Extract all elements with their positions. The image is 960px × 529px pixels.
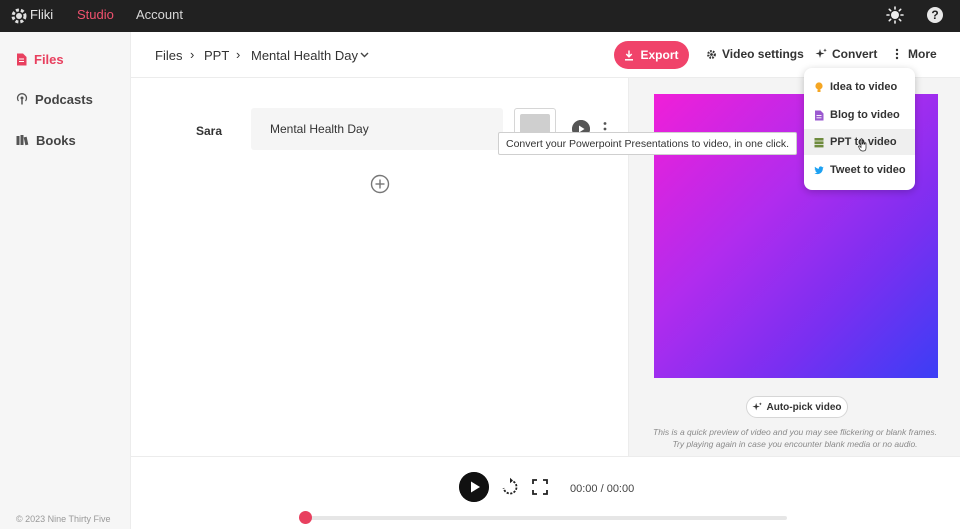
idea-icon <box>815 81 823 92</box>
replay-icon[interactable] <box>500 477 520 497</box>
convert-button[interactable]: Convert <box>815 47 877 61</box>
sidebar-item-books[interactable]: Books <box>16 130 76 150</box>
fullscreen-icon[interactable] <box>532 479 548 495</box>
more-button[interactable]: More <box>895 47 937 61</box>
more-label: More <box>908 47 937 61</box>
add-scene-icon[interactable] <box>370 174 390 194</box>
top-bar: Fliki Studio Account ? <box>0 0 960 32</box>
podcast-icon <box>16 93 28 105</box>
play-icon[interactable] <box>459 472 489 502</box>
sidebar-item-label: Podcasts <box>35 91 93 107</box>
chevron-down-icon[interactable] <box>360 52 369 58</box>
menu-item-idea-to-video[interactable]: Idea to video <box>804 74 915 100</box>
convert-menu: Idea to video Blog to video PPT to video… <box>804 68 915 190</box>
menu-item-label: Idea to video <box>830 81 898 93</box>
sidebar-item-label: Files <box>34 51 64 67</box>
menu-item-tweet-to-video[interactable]: Tweet to video <box>804 157 915 183</box>
preview-note-line: Try playing again in case you encounter … <box>672 439 918 449</box>
preview-note: This is a quick preview of video and you… <box>634 426 956 450</box>
breadcrumb-separator-icon: › <box>236 47 241 62</box>
nav-account[interactable]: Account <box>136 7 183 22</box>
theme-toggle-sun-icon[interactable] <box>886 6 904 24</box>
breadcrumb-file-title[interactable]: Mental Health Day <box>251 48 358 63</box>
fliki-logo-icon[interactable] <box>10 7 28 25</box>
player-bar: 00:00 / 00:00 <box>131 456 960 529</box>
scene-text-input[interactable]: Mental Health Day <box>251 108 503 150</box>
export-label: Export <box>640 48 679 62</box>
copyright-text: © 2023 Nine Thirty Five <box>16 514 111 524</box>
help-icon[interactable]: ? <box>927 7 943 23</box>
download-icon <box>625 50 634 61</box>
breadcrumb-separator-icon: › <box>190 47 195 62</box>
progress-track[interactable] <box>305 516 787 520</box>
twitter-icon <box>814 165 824 174</box>
sidebar: Files Podcasts Books © 2023 Nine Thirty … <box>0 32 131 529</box>
kebab-menu-icon <box>895 48 899 60</box>
breadcrumb-files[interactable]: Files <box>155 48 182 63</box>
ppt-icon <box>814 137 824 147</box>
auto-pick-video-button[interactable]: Auto-pick video <box>746 396 848 418</box>
nav-studio[interactable]: Studio <box>77 7 114 22</box>
menu-item-label: Tweet to video <box>830 164 906 176</box>
file-icon <box>17 53 27 65</box>
sparkle-icon <box>815 48 827 58</box>
auto-pick-label: Auto-pick video <box>766 401 842 413</box>
convert-label: Convert <box>832 47 878 61</box>
sparkle-icon <box>752 402 763 411</box>
blog-icon <box>815 110 824 120</box>
menu-item-label: Blog to video <box>830 109 900 121</box>
preview-note-line: This is a quick preview of video and you… <box>653 427 937 437</box>
menu-item-blog-to-video[interactable]: Blog to video <box>804 102 915 128</box>
sidebar-item-label: Books <box>36 132 76 148</box>
brand-name[interactable]: Fliki <box>30 7 53 22</box>
progress-knob[interactable] <box>299 511 312 524</box>
video-settings-label: Video settings <box>722 47 804 61</box>
books-icon <box>16 135 29 146</box>
mouse-pointer-icon <box>858 138 867 152</box>
sidebar-item-files[interactable]: Files <box>16 49 64 69</box>
voice-speaker-label[interactable]: Sara <box>196 124 222 138</box>
sidebar-item-podcasts[interactable]: Podcasts <box>16 89 93 109</box>
playback-time: 00:00 / 00:00 <box>570 483 635 495</box>
tooltip: Convert your Powerpoint Presentations to… <box>498 132 797 155</box>
export-button[interactable]: Export <box>614 41 689 69</box>
gear-icon <box>707 49 716 59</box>
breadcrumb-ppt[interactable]: PPT <box>204 48 229 63</box>
video-settings-button[interactable]: Video settings <box>706 47 804 61</box>
